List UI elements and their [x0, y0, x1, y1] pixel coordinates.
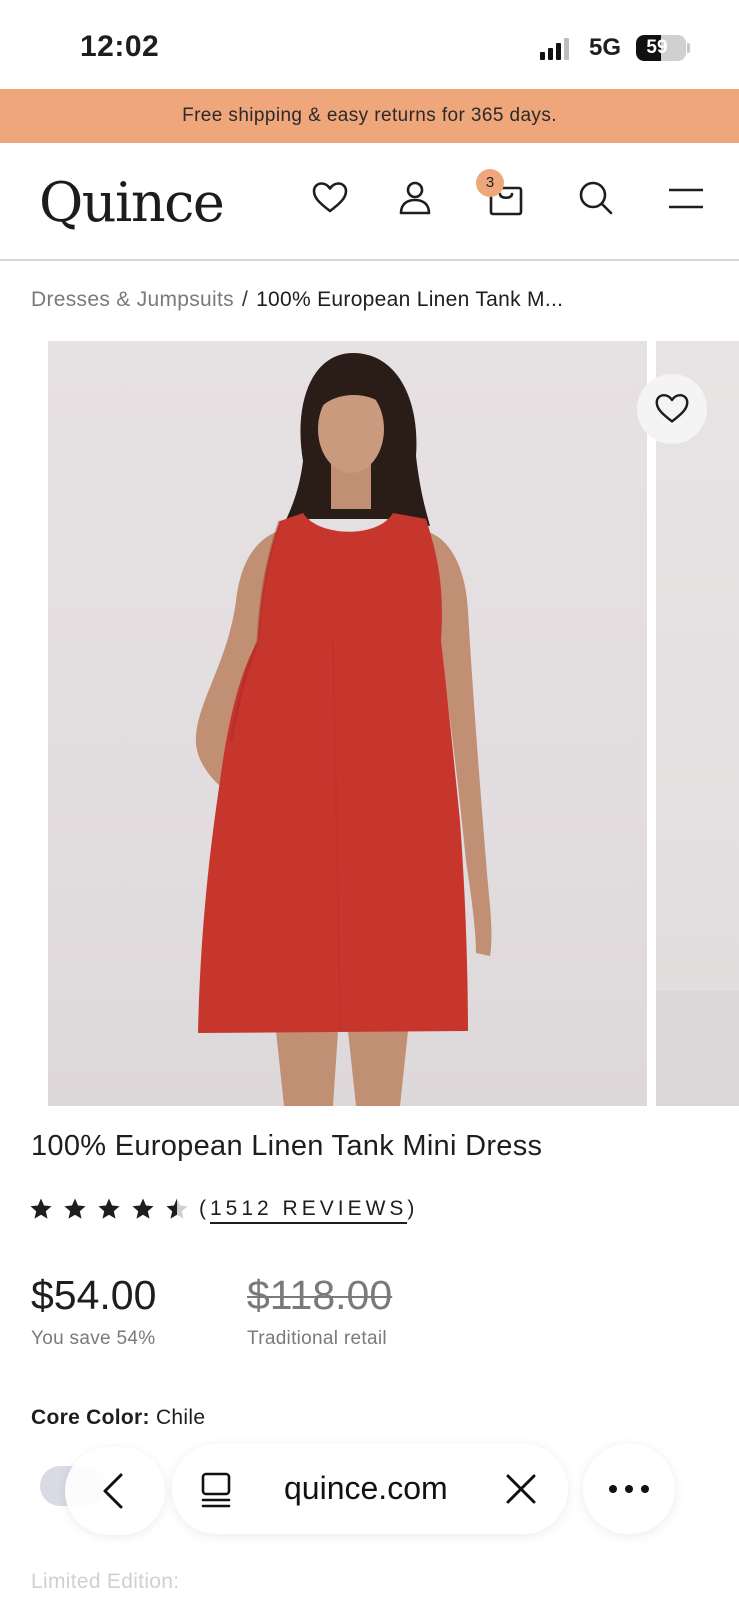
- more-options-button[interactable]: [583, 1444, 675, 1534]
- site-logo[interactable]: Quince: [39, 171, 225, 234]
- product-photo[interactable]: [48, 341, 647, 1106]
- heart-icon: [655, 393, 689, 423]
- retail-label: Traditional retail: [247, 1328, 387, 1349]
- product-rating: (1512 REVIEWS): [29, 1197, 418, 1224]
- model-illustration: [195, 353, 492, 1106]
- account-icon: [399, 181, 431, 215]
- battery-icon: 59: [636, 35, 686, 61]
- account-button[interactable]: [394, 177, 436, 219]
- search-icon: [579, 181, 613, 215]
- reviews-count[interactable]: 1512 REVIEWS: [210, 1197, 408, 1224]
- sale-price: $54.00: [31, 1272, 157, 1318]
- status-bar: 12:02 5G 59: [0, 0, 739, 89]
- status-time: 12:02: [80, 30, 160, 63]
- more-dot-icon: [641, 1485, 649, 1493]
- battery-percent: 59: [646, 37, 668, 58]
- url-domain[interactable]: quince.com: [284, 1470, 448, 1507]
- savings-text: You save 54%: [31, 1328, 156, 1349]
- star-icon: [98, 1198, 120, 1219]
- star-icon: [132, 1198, 154, 1219]
- more-dot-icon: [625, 1485, 633, 1493]
- color-label: Core Color:: [31, 1406, 150, 1429]
- star-icon: [30, 1198, 52, 1219]
- chevron-left-icon: [103, 1473, 123, 1509]
- star-icon: [64, 1198, 86, 1219]
- next-photo-floor: [656, 991, 739, 1106]
- promo-banner[interactable]: Free shipping & easy returns for 365 day…: [0, 89, 739, 143]
- menu-icon: [669, 188, 703, 209]
- add-to-wishlist-button[interactable]: [637, 374, 707, 444]
- search-button[interactable]: [575, 177, 617, 219]
- browser-toolbar: quince.com: [0, 1430, 739, 1540]
- address-bar[interactable]: quince.com: [172, 1444, 568, 1534]
- back-button[interactable]: [65, 1447, 165, 1535]
- star-icon: [166, 1198, 188, 1219]
- limited-edition-label: Limited Edition:: [31, 1570, 180, 1593]
- product-title: 100% European Linen Tank Mini Dress: [31, 1130, 543, 1162]
- battery-nub: [687, 43, 690, 53]
- menu-button[interactable]: [666, 177, 708, 219]
- close-icon[interactable]: [502, 1470, 540, 1508]
- product-image-carousel[interactable]: [0, 341, 739, 1106]
- breadcrumb-current: 100% European Linen Tank M...: [256, 288, 564, 311]
- breadcrumb: Dresses & Jumpsuits / 100% European Linen …: [31, 288, 563, 312]
- breadcrumb-parent-link[interactable]: Dresses & Jumpsuits: [31, 288, 234, 311]
- cart-count-badge: 3: [476, 169, 504, 197]
- signal-icon: [540, 38, 569, 60]
- site-header: Quince 3: [0, 143, 739, 261]
- color-selection-label: Core Color: Chile: [31, 1406, 205, 1430]
- network-type: 5G: [589, 34, 622, 61]
- heart-icon: [312, 182, 348, 213]
- wishlist-button[interactable]: [309, 177, 351, 219]
- next-product-photo-peek[interactable]: [656, 341, 739, 1106]
- retail-price: $118.00: [247, 1272, 393, 1318]
- rating-stars: [29, 1197, 189, 1221]
- breadcrumb-separator: /: [241, 288, 249, 311]
- color-value: Chile: [155, 1406, 206, 1429]
- tabs-icon[interactable]: [197, 1469, 237, 1509]
- reviews-link[interactable]: (1512 REVIEWS): [199, 1197, 418, 1224]
- more-dot-icon: [609, 1485, 617, 1493]
